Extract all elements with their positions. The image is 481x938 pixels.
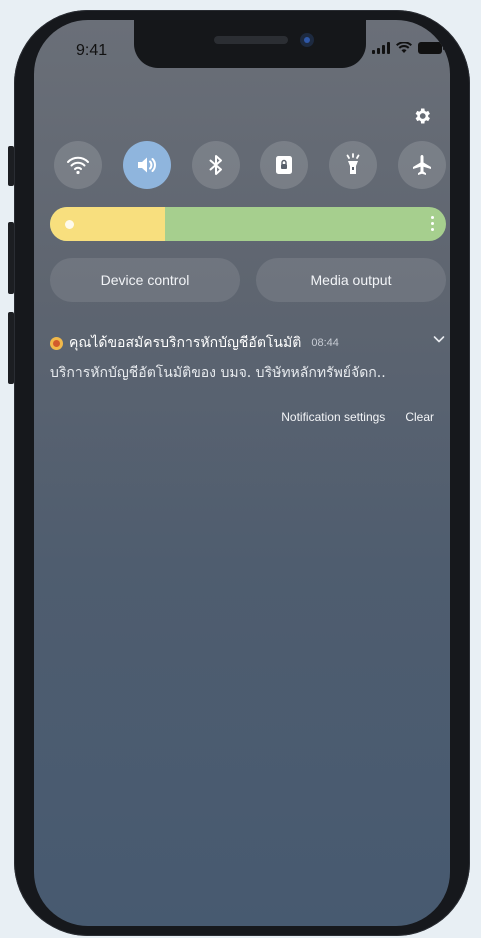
quick-settings-row <box>54 141 446 189</box>
notification-body: บริการหักบัญชีอัตโนมัติของ บมจ. บริษัทหล… <box>50 365 386 381</box>
notification-title: คุณได้ขอสมัครบริการหักบัญชีอัตโนมัติ <box>69 335 302 351</box>
wifi-toggle[interactable] <box>54 141 102 189</box>
wifi-status-icon <box>396 42 412 53</box>
battery-icon <box>418 42 445 54</box>
flashlight-icon <box>346 153 360 174</box>
front-camera <box>300 33 314 47</box>
lock-screen-toggle[interactable] <box>260 141 309 189</box>
volume-up-button <box>8 222 14 294</box>
mute-switch <box>8 146 14 186</box>
volume-icon <box>137 157 156 173</box>
clear-button[interactable]: Clear <box>405 410 434 424</box>
notification-settings-button[interactable]: Notification settings <box>281 410 385 424</box>
screen: 9:41 Device control Media output คุณได้ข… <box>34 20 450 926</box>
notification-header: คุณได้ขอสมัครบริการหักบัญชีอัตโนมัติ 08:… <box>50 332 446 354</box>
chevron-down-icon[interactable] <box>432 332 446 346</box>
bluetooth-toggle[interactable] <box>191 141 240 189</box>
brightness-slider[interactable] <box>50 207 446 241</box>
cellular-signal-icon <box>372 42 390 54</box>
settings-gear-icon[interactable] <box>412 106 432 126</box>
device-control-label: Device control <box>100 272 190 288</box>
app-icon <box>50 336 63 350</box>
bluetooth-icon <box>209 155 222 175</box>
media-output-label: Media output <box>310 272 392 288</box>
airplane-mode-toggle[interactable] <box>397 141 446 189</box>
brightness-more-icon[interactable] <box>431 216 434 231</box>
notification-card[interactable]: คุณได้ขอสมัครบริการหักบัญชีอัตโนมัติ 08:… <box>50 332 446 384</box>
status-time: 9:41 <box>76 42 108 59</box>
media-output-button[interactable]: Media output <box>256 258 446 302</box>
status-icons <box>372 42 445 54</box>
flashlight-toggle[interactable] <box>329 141 378 189</box>
notification-time: 08:44 <box>311 337 339 349</box>
wifi-icon <box>67 156 89 175</box>
volume-down-button <box>8 312 14 384</box>
speaker-grille <box>214 36 288 44</box>
sound-toggle[interactable] <box>122 141 171 189</box>
lock-screen-icon <box>276 156 293 174</box>
airplane-icon <box>412 155 431 175</box>
notch <box>134 20 366 68</box>
notification-actions: Notification settings Clear <box>281 410 434 424</box>
device-control-button[interactable]: Device control <box>50 258 240 302</box>
brightness-sun-icon <box>65 220 74 229</box>
